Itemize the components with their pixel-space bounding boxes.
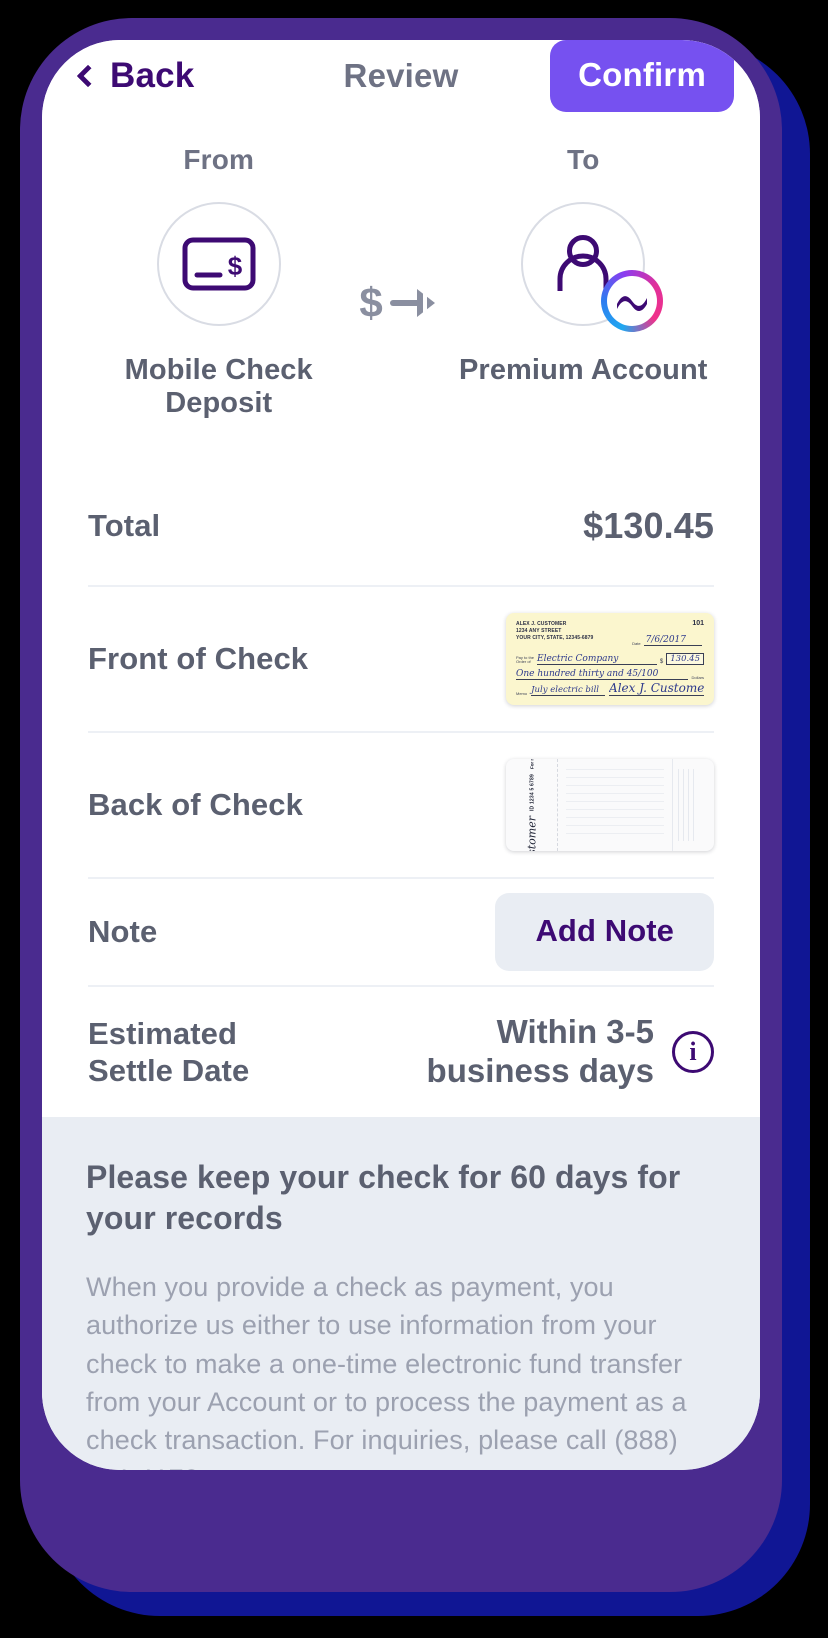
- wave-badge-icon: [601, 270, 664, 332]
- check-front-pay-line: Pay to the Order of Electric Company $ 13…: [516, 652, 704, 665]
- add-note-button[interactable]: Add Note: [495, 892, 714, 971]
- check-front-thumbnail[interactable]: ALEX J. CUSTOMER 1234 ANY STREET YOUR CI…: [506, 612, 714, 705]
- detail-list: Total $130.45 Front of Check ALEX J. CUS…: [42, 466, 760, 1117]
- confirm-button[interactable]: Confirm: [550, 40, 734, 112]
- back-button[interactable]: Back: [76, 56, 195, 96]
- check-back-note-line: For mobile deposit only, Simple: [529, 759, 534, 769]
- check-dollar-icon: $: [182, 237, 256, 291]
- svg-text:$: $: [359, 279, 382, 326]
- check-front-payee: Electric Company: [537, 654, 657, 665]
- phone-screen: 9:41 Back: [42, 40, 760, 1470]
- note-label: Note: [88, 914, 158, 950]
- front-of-check-label: Front of Check: [88, 641, 309, 677]
- footer-title: Please keep your check for 60 days for y…: [86, 1158, 681, 1237]
- transfer-to[interactable]: To Premium Account: [459, 144, 708, 387]
- row-back-of-check: Back of Check Alex J. Customer ID 1234 5…: [88, 730, 714, 877]
- svg-text:$: $: [227, 251, 242, 281]
- check-front-pay-label: Pay to the Order of: [516, 654, 535, 665]
- check-front-payer-street: 1234 ANY STREET: [516, 627, 562, 634]
- settle-date-value: Within 3-5 business days: [426, 1012, 654, 1089]
- check-back-endorsement: Alex J. Customer ID 1234 5 6789 For mobi…: [506, 758, 558, 851]
- check-front-payer-block: ALEX J. CUSTOMER 1234 ANY STREET YOUR CI…: [516, 621, 593, 643]
- dollar-arrow-icon: $: [359, 279, 435, 326]
- check-front-payer-city: YOUR CITY, STATE, 12345-6879: [516, 635, 594, 642]
- to-account-name: Premium Account: [458, 354, 708, 386]
- from-account-name: Mobile Check Deposit: [124, 354, 313, 420]
- from-avatar: $: [156, 202, 281, 326]
- check-front-signature: Alex J. Customer: [609, 680, 704, 696]
- check-back-account-line: ID 1234 5 6789: [528, 773, 535, 811]
- check-front-date-label: Date: [632, 640, 641, 646]
- from-kicker: From: [183, 144, 255, 175]
- back-button-label: Back: [110, 56, 195, 95]
- row-settle-date: Estimated Settle Date Within 3-5 business …: [88, 984, 714, 1117]
- to-avatar: [521, 202, 664, 332]
- total-value: $130.45: [583, 505, 714, 547]
- row-front-of-check: Front of Check ALEX J. CUSTOMER 1234 ANY…: [88, 584, 714, 731]
- navigation-bar: Back Review Confirm: [42, 40, 760, 112]
- transfer-arrow: $: [343, 275, 458, 333]
- check-front-memo-line: Memo July electric bill Alex J. Customer: [516, 681, 704, 696]
- check-front-date-value: 7/6/2017: [643, 635, 702, 646]
- check-back-thumbnail[interactable]: Alex J. Customer ID 1234 5 6789 For mobi…: [506, 758, 714, 851]
- check-back-body: [558, 759, 672, 851]
- row-note: Note Add Note: [88, 876, 714, 985]
- disclaimer-footer: Please keep your check for 60 days for y…: [42, 1116, 760, 1470]
- check-front-date-line: Date 7/6/2017: [632, 635, 702, 646]
- to-kicker: To: [567, 144, 600, 175]
- check-front-amount-words: One hundred thirty and 45/100: [516, 669, 688, 680]
- check-front-payer-name: ALEX J. CUSTOMER: [516, 620, 567, 627]
- row-total: Total $130.45: [88, 467, 714, 585]
- check-back-signature: Alex J. Customer: [525, 816, 538, 851]
- wave-glyph-icon: [617, 296, 648, 311]
- check-front-amount-value: 130.45: [666, 652, 704, 665]
- check-front-amount-symbol: $: [659, 658, 664, 665]
- info-icon[interactable]: i: [672, 1030, 714, 1073]
- check-back-bars: [672, 758, 714, 851]
- footer-body: When you provide a check as payment, you…: [86, 1271, 687, 1470]
- chevron-left-icon: [76, 64, 100, 88]
- total-label: Total: [88, 508, 161, 544]
- transfer-summary: From $ Mobile Check Deposit $ To Premium…: [42, 112, 760, 467]
- transfer-from[interactable]: From $ Mobile Check Deposit: [94, 144, 343, 421]
- phone-mockup: 9:41 Back: [0, 0, 828, 1638]
- check-front-memo-label: Memo: [516, 690, 528, 696]
- back-of-check-label: Back of Check: [88, 787, 303, 823]
- check-front-number: 101: [692, 619, 704, 627]
- check-front-dollars-label: Dollars: [691, 674, 704, 680]
- settle-date-label: Estimated Settle Date: [88, 1015, 250, 1088]
- check-front-words-line: One hundred thirty and 45/100 Dollars: [516, 669, 704, 680]
- check-front-memo-value: July electric bill: [531, 685, 606, 696]
